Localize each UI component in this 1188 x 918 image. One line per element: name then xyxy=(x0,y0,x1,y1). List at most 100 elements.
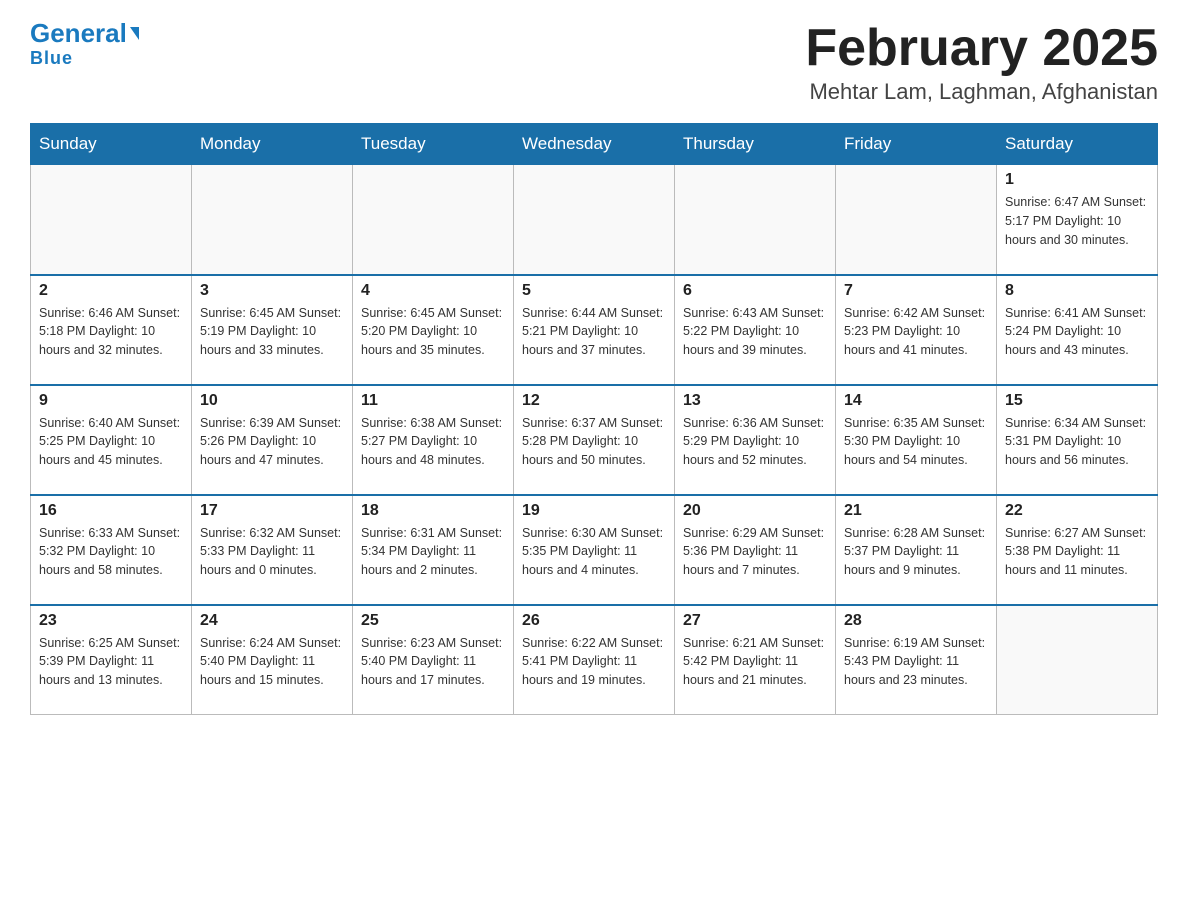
day-number: 18 xyxy=(361,502,505,520)
day-info: Sunrise: 6:22 AM Sunset: 5:41 PM Dayligh… xyxy=(522,634,666,690)
calendar-week-row: 16 Sunrise: 6:33 AM Sunset: 5:32 PM Dayli… xyxy=(31,495,1158,605)
day-info: Sunrise: 6:36 AM Sunset: 5:29 PM Dayligh… xyxy=(683,414,827,470)
table-row: 3 Sunrise: 6:45 AM Sunset: 5:19 PM Daylig… xyxy=(192,275,353,385)
day-info: Sunrise: 6:45 AM Sunset: 5:20 PM Dayligh… xyxy=(361,304,505,360)
day-number: 4 xyxy=(361,282,505,300)
day-info: Sunrise: 6:28 AM Sunset: 5:37 PM Dayligh… xyxy=(844,524,988,580)
table-row: 1 Sunrise: 6:47 AM Sunset: 5:17 PM Daylig… xyxy=(997,165,1158,275)
day-number: 16 xyxy=(39,502,183,520)
table-row: 23 Sunrise: 6:25 AM Sunset: 5:39 PM Dayli… xyxy=(31,605,192,715)
day-number: 24 xyxy=(200,612,344,630)
table-row: 4 Sunrise: 6:45 AM Sunset: 5:20 PM Daylig… xyxy=(353,275,514,385)
table-row: 19 Sunrise: 6:30 AM Sunset: 5:35 PM Dayli… xyxy=(514,495,675,605)
table-row: 21 Sunrise: 6:28 AM Sunset: 5:37 PM Dayli… xyxy=(836,495,997,605)
logo-name: General xyxy=(30,18,139,48)
table-row: 27Sunrise: 6:21 AM Sunset: 5:42 PM Dayli… xyxy=(675,605,836,715)
title-block: February 2025 Mehtar Lam, Laghman, Afgha… xyxy=(805,20,1158,105)
day-number: 28 xyxy=(844,612,988,630)
day-number: 5 xyxy=(522,282,666,300)
table-row: 25 Sunrise: 6:23 AM Sunset: 5:40 PM Dayli… xyxy=(353,605,514,715)
page-title: February 2025 xyxy=(805,20,1158,77)
day-number: 15 xyxy=(1005,392,1149,410)
calendar-table: Sunday Monday Tuesday Wednesday Thursday… xyxy=(30,123,1158,715)
day-number: 19 xyxy=(522,502,666,520)
logo-blue: Blue xyxy=(30,48,73,69)
table-row xyxy=(675,165,836,275)
table-row xyxy=(31,165,192,275)
table-row: 2 Sunrise: 6:46 AM Sunset: 5:18 PM Daylig… xyxy=(31,275,192,385)
header-sunday: Sunday xyxy=(31,124,192,165)
table-row: 14Sunrise: 6:35 AM Sunset: 5:30 PM Dayli… xyxy=(836,385,997,495)
table-row: 15Sunrise: 6:34 AM Sunset: 5:31 PM Dayli… xyxy=(997,385,1158,495)
table-row: 22 Sunrise: 6:27 AM Sunset: 5:38 PM Dayli… xyxy=(997,495,1158,605)
day-number: 3 xyxy=(200,282,344,300)
table-row: 9 Sunrise: 6:40 AM Sunset: 5:25 PM Daylig… xyxy=(31,385,192,495)
page-header: General Blue February 2025 Mehtar Lam, L… xyxy=(30,20,1158,105)
calendar-week-row: 9 Sunrise: 6:40 AM Sunset: 5:25 PM Daylig… xyxy=(31,385,1158,495)
day-number: 26 xyxy=(522,612,666,630)
day-info: Sunrise: 6:37 AM Sunset: 5:28 PM Dayligh… xyxy=(522,414,666,470)
table-row: 10Sunrise: 6:39 AM Sunset: 5:26 PM Dayli… xyxy=(192,385,353,495)
day-info: Sunrise: 6:43 AM Sunset: 5:22 PM Dayligh… xyxy=(683,304,827,360)
day-info: Sunrise: 6:30 AM Sunset: 5:35 PM Dayligh… xyxy=(522,524,666,580)
day-number: 12 xyxy=(522,392,666,410)
day-info: Sunrise: 6:40 AM Sunset: 5:25 PM Dayligh… xyxy=(39,414,183,470)
day-number: 22 xyxy=(1005,502,1149,520)
table-row: 6Sunrise: 6:43 AM Sunset: 5:22 PM Daylig… xyxy=(675,275,836,385)
calendar-week-row: 23 Sunrise: 6:25 AM Sunset: 5:39 PM Dayli… xyxy=(31,605,1158,715)
day-info: Sunrise: 6:27 AM Sunset: 5:38 PM Dayligh… xyxy=(1005,524,1149,580)
day-number: 7 xyxy=(844,282,988,300)
table-row: 12 Sunrise: 6:37 AM Sunset: 5:28 PM Dayli… xyxy=(514,385,675,495)
day-info: Sunrise: 6:23 AM Sunset: 5:40 PM Dayligh… xyxy=(361,634,505,690)
table-row xyxy=(997,605,1158,715)
table-row xyxy=(353,165,514,275)
day-info: Sunrise: 6:29 AM Sunset: 5:36 PM Dayligh… xyxy=(683,524,827,580)
day-info: Sunrise: 6:21 AM Sunset: 5:42 PM Dayligh… xyxy=(683,634,827,690)
day-number: 1 xyxy=(1005,171,1149,189)
day-info: Sunrise: 6:47 AM Sunset: 5:17 PM Dayligh… xyxy=(1005,193,1149,249)
day-number: 10 xyxy=(200,392,344,410)
day-number: 25 xyxy=(361,612,505,630)
day-info: Sunrise: 6:19 AM Sunset: 5:43 PM Dayligh… xyxy=(844,634,988,690)
table-row: 24 Sunrise: 6:24 AM Sunset: 5:40 PM Dayli… xyxy=(192,605,353,715)
day-number: 23 xyxy=(39,612,183,630)
logo: General Blue xyxy=(30,20,139,69)
day-info: Sunrise: 6:25 AM Sunset: 5:39 PM Dayligh… xyxy=(39,634,183,690)
day-number: 14 xyxy=(844,392,988,410)
table-row: 8Sunrise: 6:41 AM Sunset: 5:24 PM Daylig… xyxy=(997,275,1158,385)
calendar-header-row: Sunday Monday Tuesday Wednesday Thursday… xyxy=(31,124,1158,165)
day-info: Sunrise: 6:33 AM Sunset: 5:32 PM Dayligh… xyxy=(39,524,183,580)
day-info: Sunrise: 6:45 AM Sunset: 5:19 PM Dayligh… xyxy=(200,304,344,360)
day-info: Sunrise: 6:41 AM Sunset: 5:24 PM Dayligh… xyxy=(1005,304,1149,360)
day-number: 13 xyxy=(683,392,827,410)
header-tuesday: Tuesday xyxy=(353,124,514,165)
calendar-week-row: 2 Sunrise: 6:46 AM Sunset: 5:18 PM Daylig… xyxy=(31,275,1158,385)
table-row xyxy=(192,165,353,275)
day-number: 2 xyxy=(39,282,183,300)
day-info: Sunrise: 6:46 AM Sunset: 5:18 PM Dayligh… xyxy=(39,304,183,360)
table-row: 5 Sunrise: 6:44 AM Sunset: 5:21 PM Daylig… xyxy=(514,275,675,385)
day-number: 11 xyxy=(361,392,505,410)
day-number: 21 xyxy=(844,502,988,520)
table-row: 28 Sunrise: 6:19 AM Sunset: 5:43 PM Dayli… xyxy=(836,605,997,715)
page-subtitle: Mehtar Lam, Laghman, Afghanistan xyxy=(805,79,1158,105)
header-wednesday: Wednesday xyxy=(514,124,675,165)
calendar-week-row: 1 Sunrise: 6:47 AM Sunset: 5:17 PM Daylig… xyxy=(31,165,1158,275)
table-row: 13 Sunrise: 6:36 AM Sunset: 5:29 PM Dayli… xyxy=(675,385,836,495)
day-info: Sunrise: 6:24 AM Sunset: 5:40 PM Dayligh… xyxy=(200,634,344,690)
table-row xyxy=(836,165,997,275)
day-info: Sunrise: 6:31 AM Sunset: 5:34 PM Dayligh… xyxy=(361,524,505,580)
table-row: 18 Sunrise: 6:31 AM Sunset: 5:34 PM Dayli… xyxy=(353,495,514,605)
header-friday: Friday xyxy=(836,124,997,165)
table-row: 16 Sunrise: 6:33 AM Sunset: 5:32 PM Dayli… xyxy=(31,495,192,605)
table-row: 26 Sunrise: 6:22 AM Sunset: 5:41 PM Dayli… xyxy=(514,605,675,715)
day-info: Sunrise: 6:42 AM Sunset: 5:23 PM Dayligh… xyxy=(844,304,988,360)
header-thursday: Thursday xyxy=(675,124,836,165)
day-number: 9 xyxy=(39,392,183,410)
table-row: 11Sunrise: 6:38 AM Sunset: 5:27 PM Dayli… xyxy=(353,385,514,495)
day-info: Sunrise: 6:44 AM Sunset: 5:21 PM Dayligh… xyxy=(522,304,666,360)
table-row xyxy=(514,165,675,275)
day-info: Sunrise: 6:32 AM Sunset: 5:33 PM Dayligh… xyxy=(200,524,344,580)
day-number: 20 xyxy=(683,502,827,520)
day-number: 17 xyxy=(200,502,344,520)
